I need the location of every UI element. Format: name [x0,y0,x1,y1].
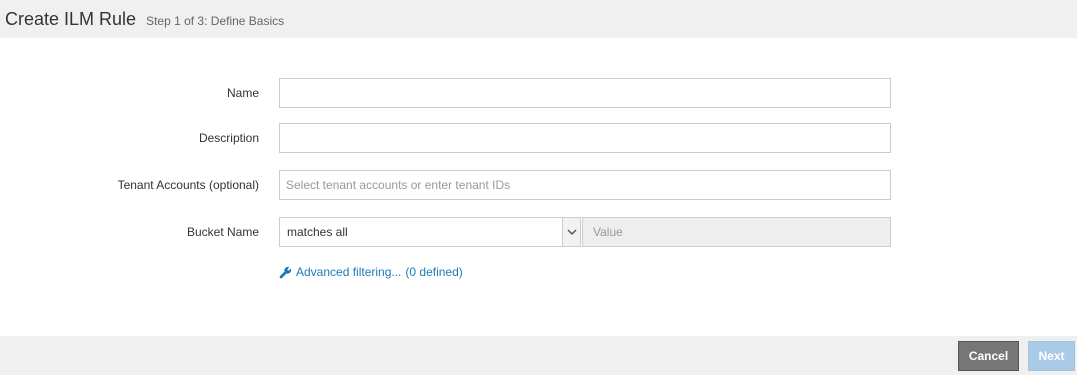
advanced-filtering-count: (0 defined) [405,265,463,279]
tenant-accounts-label: Tenant Accounts (optional) [117,178,259,192]
bucket-operator-value: matches all [287,225,348,239]
description-label: Description [198,131,259,145]
tenant-accounts-row: Tenant Accounts (optional) [0,170,1077,200]
page-header: Create ILM Rule Step 1 of 3: Define Basi… [0,0,1077,38]
description-row: Description [0,123,1077,153]
footer-bar: Cancel Next [0,336,1077,375]
step-indicator: Step 1 of 3: Define Basics [146,14,285,28]
advanced-filtering-label: Advanced filtering... [296,265,402,279]
bucket-name-row: Bucket Name matches all [0,217,1077,247]
description-input[interactable] [279,123,891,153]
advanced-filtering-link[interactable]: Advanced filtering... (0 defined) [279,262,463,282]
name-label: Name [226,86,259,100]
cancel-button[interactable]: Cancel [958,341,1019,371]
bucket-value-input[interactable] [582,217,891,247]
name-row: Name [0,78,1077,108]
wrench-icon [279,266,292,278]
bucket-name-label: Bucket Name [186,225,259,239]
tenant-accounts-input[interactable] [279,170,891,200]
chevron-down-icon[interactable] [562,218,580,246]
next-button[interactable]: Next [1028,341,1075,371]
bucket-operator-select[interactable]: matches all [279,217,581,247]
name-input[interactable] [279,78,891,108]
page-title: Create ILM Rule [5,9,137,29]
